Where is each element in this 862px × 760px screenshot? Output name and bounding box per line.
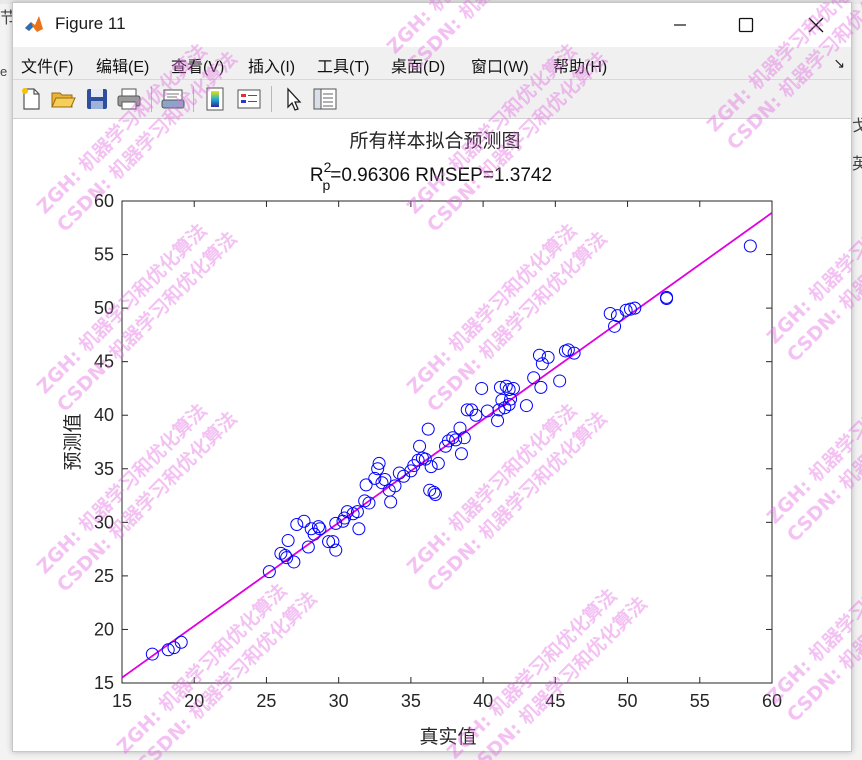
- x-tick-label: 25: [256, 691, 276, 711]
- toolbar-separator: [193, 86, 194, 112]
- y-tick-label: 35: [94, 459, 114, 479]
- subtitle-r-sub: p: [322, 177, 330, 193]
- menu-tools[interactable]: 工具(T): [317, 53, 369, 77]
- colorbar-icon[interactable]: [201, 85, 229, 113]
- y-tick-label: 55: [94, 245, 114, 265]
- new-file-icon[interactable]: [17, 85, 45, 113]
- window-title: Figure 11: [55, 14, 126, 33]
- y-tick-label: 20: [94, 619, 114, 639]
- toolbar-separator: [151, 86, 152, 112]
- menu-view[interactable]: 查看(V): [171, 53, 224, 77]
- menu-desktop[interactable]: 桌面(D): [391, 53, 445, 77]
- x-tick-label: 30: [329, 691, 349, 711]
- chart-subtitle: R2 p=0.96306 RMSEP=1.3742: [310, 159, 552, 193]
- open-folder-icon[interactable]: [49, 85, 77, 113]
- menu-insert[interactable]: 插入(I): [248, 53, 295, 77]
- x-tick-label: 35: [401, 691, 421, 711]
- x-tick-label: 20: [184, 691, 204, 711]
- property-inspector-icon[interactable]: [311, 85, 339, 113]
- menu-window[interactable]: 窗口(W): [471, 53, 529, 77]
- title-bar[interactable]: Figure 11: [13, 3, 851, 47]
- minimize-icon: [674, 24, 686, 26]
- background-glyph: e: [0, 64, 8, 79]
- x-tick-label: 45: [545, 691, 565, 711]
- figure-canvas: 所有样本拟合预测图 R2 p=0.96306 RMSEP=1.3742 15 20 2…: [13, 119, 851, 751]
- y-tick-label: 45: [94, 352, 114, 372]
- toolbar-separator: [271, 86, 272, 112]
- x-tick-label: 50: [618, 691, 638, 711]
- close-button[interactable]: [793, 3, 839, 47]
- figure-window: Figure 11 文件(F) 编辑(E) 查看(V) 插入(I) 工具(T) …: [12, 2, 852, 752]
- x-tick-label: 40: [473, 691, 493, 711]
- scatter-plot: 所有样本拟合预测图 R2 p=0.96306 RMSEP=1.3742 15 20 2…: [62, 130, 782, 748]
- y-tick-label: 50: [94, 298, 114, 318]
- x-axis-label: 真实值: [419, 726, 476, 748]
- toolbar: [13, 80, 851, 119]
- x-tick-label: 15: [112, 691, 132, 711]
- menu-bar: 文件(F) 编辑(E) 查看(V) 插入(I) 工具(T) 桌面(D) 窗口(W…: [13, 47, 851, 80]
- axes-box: [121, 200, 773, 684]
- legend-icon[interactable]: [235, 85, 263, 113]
- y-tick-label: 25: [94, 566, 114, 586]
- menu-file[interactable]: 文件(F): [21, 53, 73, 77]
- y-tick-label: 30: [94, 512, 114, 532]
- x-tick-label: 60: [762, 691, 782, 711]
- print-icon[interactable]: [115, 85, 143, 113]
- close-icon: [808, 17, 824, 33]
- maximize-button[interactable]: [723, 3, 769, 47]
- matlab-app-icon: [23, 13, 45, 35]
- subtitle-metrics: =0.96306 RMSEP=1.3742: [330, 165, 552, 186]
- menu-edit[interactable]: 编辑(E): [96, 53, 149, 77]
- dock-arrow-icon[interactable]: ↘: [833, 55, 845, 72]
- pointer-icon[interactable]: [279, 85, 307, 113]
- menu-help[interactable]: 帮助(H): [553, 53, 607, 77]
- minimize-button[interactable]: [657, 3, 703, 47]
- x-tick-label: 55: [690, 691, 710, 711]
- y-tick-label: 40: [94, 405, 114, 425]
- chart-title: 所有样本拟合预测图: [349, 130, 520, 152]
- background-glyph: 英: [852, 156, 862, 173]
- y-tick-label: 60: [94, 191, 114, 211]
- maximize-icon: [738, 17, 754, 33]
- y-tick-label: 15: [94, 673, 114, 693]
- background-glyph: 戈: [852, 118, 862, 135]
- y-axis-label: 预测值: [62, 413, 84, 470]
- print-preview-icon[interactable]: [159, 85, 187, 113]
- save-icon[interactable]: [83, 85, 111, 113]
